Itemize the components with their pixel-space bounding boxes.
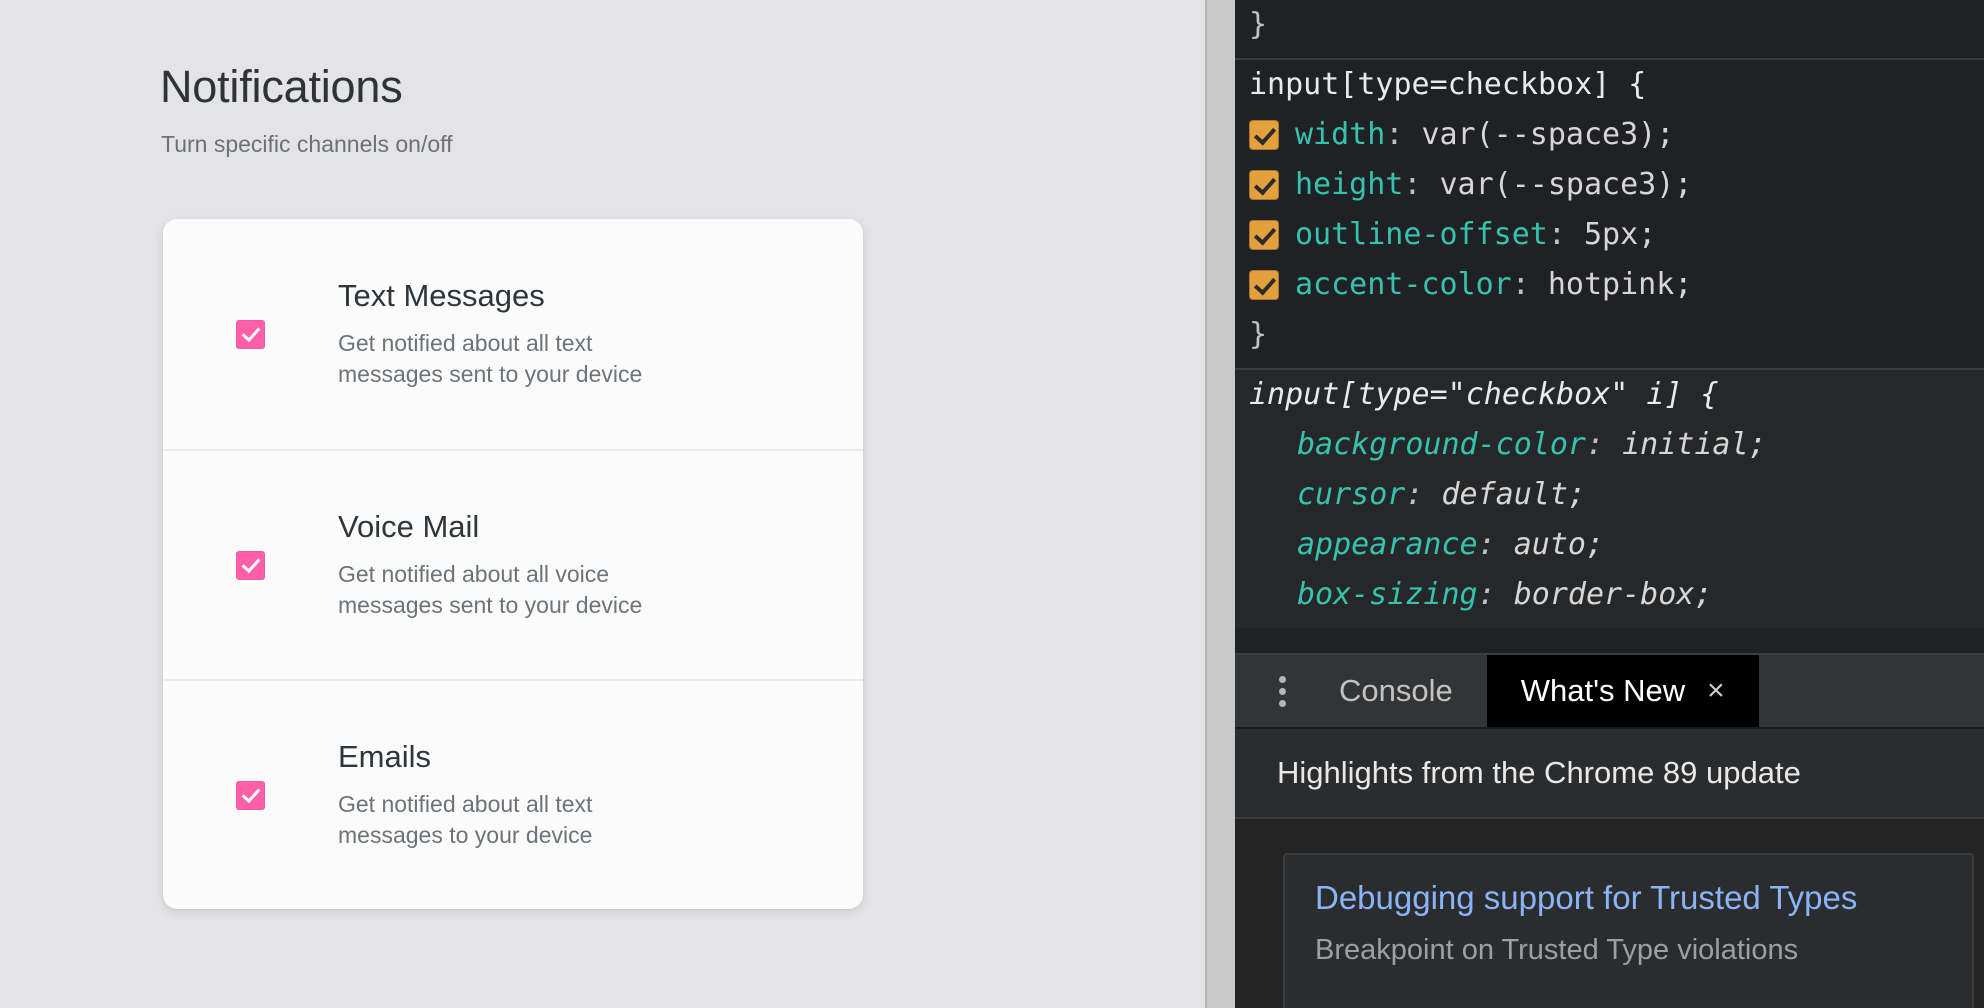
css-selector[interactable]: input[type="checkbox" i] { bbox=[1235, 370, 1984, 420]
checkbox-cell bbox=[163, 551, 338, 580]
css-declaration[interactable]: width: var(--space3); bbox=[1235, 110, 1984, 160]
browser-viewport: Notifications Turn specific channels on/… bbox=[0, 0, 1205, 1008]
css-property[interactable]: accent-color bbox=[1295, 267, 1512, 302]
checkbox-text-messages[interactable] bbox=[236, 320, 265, 349]
css-value[interactable]: auto; bbox=[1514, 527, 1604, 562]
row-title: Voice Mail bbox=[338, 509, 837, 545]
devtools-drawer: Console What's New × Highlights from the… bbox=[1235, 653, 1984, 1008]
row-title: Emails bbox=[338, 739, 837, 775]
drawer-tab-bar: Console What's New × bbox=[1235, 655, 1984, 729]
css-declaration[interactable]: box-sizing: border-box; bbox=[1235, 570, 1984, 620]
css-rule-author: input[type=checkbox] { width: var(--spac… bbox=[1235, 60, 1984, 368]
rule-closing-brace: } bbox=[1235, 0, 1984, 50]
css-value[interactable]: border-box; bbox=[1514, 577, 1713, 612]
notifications-settings-page: Notifications Turn specific channels on/… bbox=[0, 0, 1205, 1008]
whats-new-heading: Highlights from the Chrome 89 update bbox=[1277, 755, 1801, 791]
declaration-enabled-checkbox-icon[interactable] bbox=[1249, 220, 1279, 250]
css-property[interactable]: box-sizing bbox=[1297, 577, 1478, 612]
whats-new-item-description: Breakpoint on Trusted Type violations bbox=[1315, 932, 1942, 970]
tab-whats-new[interactable]: What's New × bbox=[1487, 655, 1759, 727]
css-property[interactable]: cursor bbox=[1297, 477, 1405, 512]
checkbox-cell bbox=[163, 781, 338, 810]
css-property[interactable]: background-color bbox=[1297, 427, 1586, 462]
whats-new-item: Debugging support for Trusted Types Brea… bbox=[1283, 853, 1974, 1008]
css-value[interactable]: var(--space3); bbox=[1421, 117, 1674, 152]
rule-closing-brace: } bbox=[1235, 310, 1984, 360]
tab-whats-new-label: What's New bbox=[1521, 655, 1685, 727]
devtools-splitter-handle[interactable] bbox=[1205, 0, 1239, 1008]
css-declaration[interactable]: outline-offset: 5px; bbox=[1235, 210, 1984, 260]
css-value[interactable]: var(--space3); bbox=[1440, 167, 1693, 202]
whats-new-item-link[interactable]: Debugging support for Trusted Types bbox=[1315, 877, 1942, 920]
row-text: Voice Mail Get notified about all voice … bbox=[338, 509, 863, 622]
css-declaration[interactable]: background-color: initial; bbox=[1235, 420, 1984, 470]
css-selector[interactable]: input[type=checkbox] { bbox=[1235, 60, 1984, 110]
previous-rule-tail: } bbox=[1235, 0, 1984, 58]
notifications-card: Text Messages Get notified about all tex… bbox=[163, 219, 863, 909]
css-property[interactable]: outline-offset bbox=[1295, 217, 1548, 252]
whats-new-heading-bar: Highlights from the Chrome 89 update bbox=[1235, 729, 1984, 819]
row-description: Get notified about all voice messages se… bbox=[338, 559, 698, 621]
row-description: Get notified about all text messages sen… bbox=[338, 328, 698, 390]
row-description: Get notified about all text messages to … bbox=[338, 789, 698, 851]
styles-pane: } input[type=checkbox] { width: var(--sp… bbox=[1235, 0, 1984, 653]
css-property[interactable]: height bbox=[1295, 167, 1403, 202]
checkbox-cell bbox=[163, 320, 338, 349]
declaration-enabled-checkbox-icon[interactable] bbox=[1249, 270, 1279, 300]
css-value[interactable]: hotpink; bbox=[1548, 267, 1693, 302]
css-value[interactable]: default; bbox=[1442, 477, 1587, 512]
css-value[interactable]: initial; bbox=[1622, 427, 1767, 462]
notification-row-emails[interactable]: Emails Get notified about all text messa… bbox=[163, 679, 863, 909]
css-declaration[interactable]: appearance: auto; bbox=[1235, 520, 1984, 570]
row-title: Text Messages bbox=[338, 278, 837, 314]
css-property[interactable]: appearance bbox=[1297, 527, 1478, 562]
checkbox-voice-mail[interactable] bbox=[236, 551, 265, 580]
css-value[interactable]: 5px; bbox=[1584, 217, 1656, 252]
close-icon[interactable]: × bbox=[1707, 676, 1725, 706]
notification-row-text-messages[interactable]: Text Messages Get notified about all tex… bbox=[163, 219, 863, 449]
declaration-enabled-checkbox-icon[interactable] bbox=[1249, 170, 1279, 200]
css-rule-user-agent: input[type="checkbox" i] { background-co… bbox=[1235, 370, 1984, 628]
declaration-enabled-checkbox-icon[interactable] bbox=[1249, 120, 1279, 150]
css-declaration[interactable]: cursor: default; bbox=[1235, 470, 1984, 520]
tab-console[interactable]: Console bbox=[1305, 655, 1487, 727]
css-property[interactable]: width bbox=[1295, 117, 1385, 152]
kebab-menu-icon[interactable] bbox=[1259, 676, 1305, 707]
screenshot-root: Notifications Turn specific channels on/… bbox=[0, 0, 1984, 1008]
css-declaration[interactable]: accent-color: hotpink; bbox=[1235, 260, 1984, 310]
checkbox-emails[interactable] bbox=[236, 781, 265, 810]
whats-new-body: Debugging support for Trusted Types Brea… bbox=[1235, 819, 1984, 1008]
page-subtitle: Turn specific channels on/off bbox=[161, 131, 453, 158]
row-text: Text Messages Get notified about all tex… bbox=[338, 278, 863, 391]
notification-row-voice-mail[interactable]: Voice Mail Get notified about all voice … bbox=[163, 449, 863, 679]
css-declaration[interactable]: height: var(--space3); bbox=[1235, 160, 1984, 210]
devtools-panel: } input[type=checkbox] { width: var(--sp… bbox=[1235, 0, 1984, 1008]
row-text: Emails Get notified about all text messa… bbox=[338, 739, 863, 852]
page-title: Notifications bbox=[160, 62, 403, 112]
